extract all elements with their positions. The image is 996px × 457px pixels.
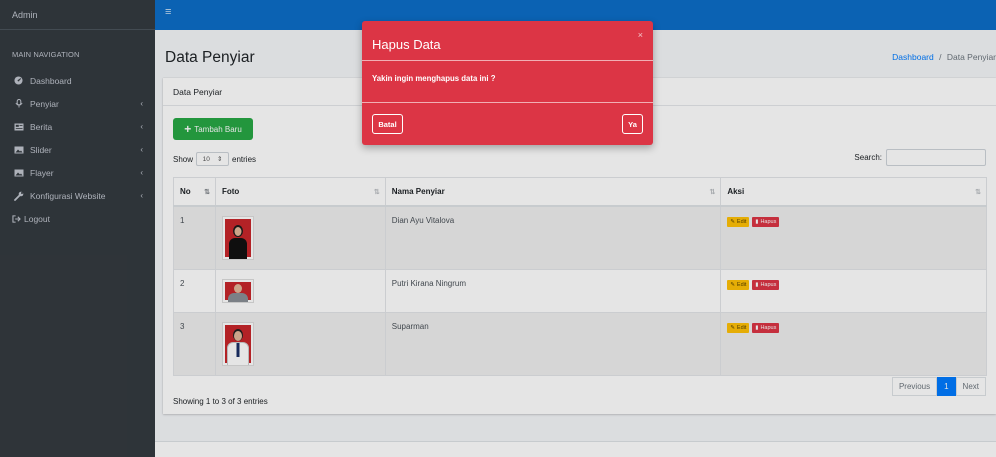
modal-header: Hapus Data × [362, 21, 653, 61]
close-icon[interactable]: × [638, 30, 643, 40]
cancel-button[interactable]: Batal [372, 114, 403, 134]
modal-footer: Batal Ya [362, 103, 653, 145]
confirm-button[interactable]: Ya [622, 114, 643, 134]
modal-title: Hapus Data [372, 37, 441, 52]
delete-confirm-modal: Hapus Data × Yakin ingin menghapus data … [362, 21, 653, 145]
modal-message: Yakin ingin menghapus data ini ? [362, 61, 653, 103]
